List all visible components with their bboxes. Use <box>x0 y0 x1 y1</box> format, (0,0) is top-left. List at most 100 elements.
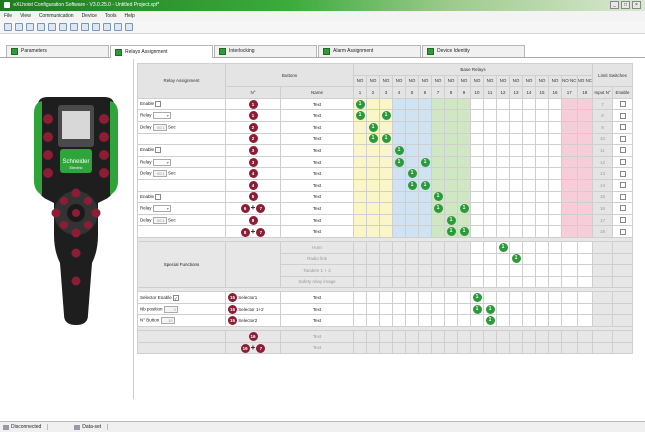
relay-cell[interactable] <box>483 275 497 289</box>
relay-cell[interactable] <box>366 202 380 215</box>
relay-cell[interactable] <box>418 132 432 146</box>
relay-cell[interactable] <box>496 190 510 204</box>
relay-cell[interactable] <box>522 291 536 304</box>
relay-cell[interactable] <box>561 275 578 289</box>
relay-cell[interactable] <box>535 97 549 111</box>
relay-cell[interactable] <box>431 120 445 134</box>
relay-cell[interactable] <box>418 264 432 277</box>
relay-select[interactable]: ▾ <box>152 204 171 212</box>
relay-cell[interactable]: 1 <box>483 314 497 328</box>
relay-cell[interactable] <box>457 190 471 204</box>
relay-cell[interactable] <box>457 167 471 180</box>
relay-cell[interactable] <box>576 240 593 254</box>
relay-cell[interactable] <box>535 225 549 238</box>
tab-parameters[interactable]: Parameters <box>6 45 109 57</box>
relay-cell[interactable] <box>418 291 432 304</box>
button-name-text[interactable]: Text <box>288 160 346 165</box>
relay-cell[interactable] <box>405 120 419 134</box>
relay-cell[interactable] <box>535 252 549 266</box>
relay-cell[interactable] <box>470 314 484 328</box>
relay-cell[interactable] <box>496 252 510 266</box>
relay-cell[interactable] <box>509 190 523 204</box>
relay-cell[interactable] <box>405 97 419 111</box>
relay-cell[interactable] <box>418 314 432 328</box>
relay-cell[interactable] <box>366 302 380 316</box>
menu-device[interactable]: Device <box>82 11 97 21</box>
compare-icon[interactable] <box>114 23 122 31</box>
relay-cell[interactable] <box>366 291 380 304</box>
close-button[interactable]: × <box>632 1 641 9</box>
relay-cell[interactable] <box>561 252 578 266</box>
relay-cell[interactable] <box>444 167 458 180</box>
relay-cell[interactable] <box>392 167 406 180</box>
relay-cell[interactable] <box>392 225 406 238</box>
relay-cell[interactable] <box>418 202 432 215</box>
limit-enable-checkbox[interactable] <box>619 217 626 224</box>
relay-cell[interactable] <box>535 275 549 289</box>
relay-cell[interactable] <box>431 144 445 157</box>
relay-cell[interactable] <box>444 275 458 289</box>
button-name-text[interactable]: Text <box>288 194 346 199</box>
relay-cell[interactable] <box>509 178 523 192</box>
relay-cell[interactable] <box>561 109 578 122</box>
relay-cell[interactable] <box>535 144 549 157</box>
button-name-text[interactable]: Text <box>288 218 346 223</box>
relay-cell[interactable] <box>431 302 445 316</box>
relay-cell[interactable] <box>392 202 406 215</box>
relay-cell[interactable]: 1 <box>379 132 393 146</box>
relay-cell[interactable] <box>509 225 523 238</box>
relay-cell[interactable] <box>548 202 562 215</box>
relay-cell[interactable] <box>483 190 497 204</box>
relay-cell[interactable] <box>496 97 510 111</box>
relay-cell[interactable] <box>576 109 593 122</box>
relay-cell[interactable] <box>496 314 510 328</box>
tab-relays-assignment[interactable]: Relays Assignment <box>110 45 213 58</box>
relay-cell[interactable]: 1 <box>392 144 406 157</box>
relay-cell[interactable] <box>548 213 562 227</box>
relay-cell[interactable] <box>522 190 536 204</box>
relay-cell[interactable] <box>522 167 536 180</box>
nb-position-input[interactable]: 3 <box>163 305 178 313</box>
button-name-text[interactable]: Text <box>288 148 346 153</box>
button-name-text[interactable]: Text <box>288 125 346 130</box>
limit-enable-checkbox[interactable] <box>619 170 626 177</box>
limit-enable-checkbox[interactable] <box>619 228 626 235</box>
relay-cell[interactable] <box>548 314 562 328</box>
relay-cell[interactable] <box>483 252 497 266</box>
limit-enable-checkbox[interactable] <box>619 147 626 154</box>
relay-cell[interactable] <box>405 225 419 238</box>
relay-cell[interactable] <box>470 264 484 277</box>
relay-cell[interactable] <box>405 302 419 316</box>
relay-cell[interactable] <box>366 213 380 227</box>
relay-cell[interactable] <box>496 213 510 227</box>
save-as-icon[interactable] <box>48 23 56 31</box>
relay-cell[interactable] <box>405 275 419 289</box>
relay-cell[interactable] <box>353 167 367 180</box>
relay-cell[interactable] <box>496 275 510 289</box>
relay-cell[interactable] <box>379 213 393 227</box>
relay-cell[interactable] <box>444 120 458 134</box>
relay-cell[interactable] <box>418 167 432 180</box>
relay-cell[interactable] <box>561 314 578 328</box>
relay-cell[interactable] <box>366 252 380 266</box>
relay-cell[interactable] <box>418 144 432 157</box>
relay-cell[interactable] <box>576 202 593 215</box>
relay-cell[interactable] <box>561 178 578 192</box>
relay-cell[interactable] <box>483 109 497 122</box>
relay-cell[interactable] <box>405 144 419 157</box>
relay-cell[interactable] <box>379 225 393 238</box>
relay-cell[interactable] <box>353 190 367 204</box>
relay-cell[interactable]: 1 <box>496 240 510 254</box>
relay-cell[interactable] <box>470 132 484 146</box>
tab-alarm-assignment[interactable]: Alarm Assignment <box>318 45 421 57</box>
relay-cell[interactable] <box>548 167 562 180</box>
relay-cell[interactable] <box>470 97 484 111</box>
relay-cell[interactable] <box>522 275 536 289</box>
relay-cell[interactable]: 1 <box>418 155 432 169</box>
relay-cell[interactable] <box>470 120 484 134</box>
enable-checkbox[interactable] <box>155 101 162 108</box>
relay-cell[interactable] <box>444 264 458 277</box>
relay-cell[interactable] <box>576 252 593 266</box>
relay-cell[interactable] <box>496 302 510 316</box>
relay-cell[interactable] <box>444 155 458 169</box>
